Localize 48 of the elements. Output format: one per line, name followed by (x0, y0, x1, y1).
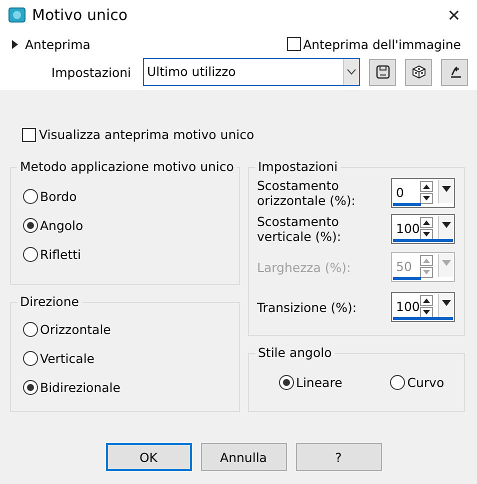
checkbox[interactable] (287, 37, 302, 51)
group-title: Direzione (17, 294, 82, 309)
radio-button[interactable] (390, 374, 406, 390)
radio-button[interactable] (23, 246, 38, 262)
dropdown-arrow-icon[interactable] (442, 300, 450, 306)
presets-label: Impostazioni (50, 64, 131, 80)
group-title: Stile angolo (255, 345, 335, 360)
field-label: Scostamento orizzontale (%): (257, 178, 356, 208)
radio-label[interactable]: Lineare (296, 374, 342, 390)
spin-field[interactable]: 0 (391, 178, 455, 208)
dialog-button[interactable]: Annulla (200, 443, 286, 471)
radio-button[interactable] (23, 350, 38, 366)
dialog-button[interactable]: OK (106, 443, 192, 471)
checkbox-label[interactable]: Visualizza anteprima motivo unico (39, 127, 254, 142)
radio-button[interactable] (23, 322, 38, 336)
dice-icon (412, 65, 426, 79)
field-label: Larghezza (%): (257, 260, 352, 274)
close-button[interactable]: ✕ (431, 0, 477, 30)
save-button[interactable] (369, 58, 396, 86)
reset-button[interactable] (441, 58, 468, 86)
checkbox[interactable] (22, 128, 36, 142)
field-label: Transizione (%): (257, 300, 358, 314)
randomize-button[interactable] (405, 58, 432, 86)
spin-field[interactable]: 100 (391, 292, 455, 322)
dropdown-arrow-icon[interactable] (442, 222, 450, 228)
radio-button[interactable] (23, 380, 38, 394)
group-title: Metodo applicazione motivo unico (17, 159, 237, 174)
radio-label[interactable]: Curvo (407, 374, 444, 390)
field-label: Scostamento verticale (%): (257, 214, 342, 244)
spin-field[interactable]: 100 (391, 214, 455, 244)
expand-arrow-icon[interactable] (12, 40, 19, 48)
dropdown-arrow-icon[interactable] (442, 186, 450, 192)
app-icon (8, 7, 26, 23)
radio-label[interactable]: Rifletti (40, 246, 81, 262)
radio-label[interactable]: Bidirezionale (40, 380, 120, 394)
presets-dropdown[interactable]: Ultimo utilizzo (143, 58, 360, 86)
dialog-button[interactable]: ? (296, 443, 382, 471)
radio-button[interactable] (279, 374, 294, 390)
radio-label[interactable]: Orizzontale (40, 322, 111, 336)
expander-label[interactable]: Anteprima (25, 36, 90, 52)
group-title: Impostazioni (255, 159, 341, 174)
window-title: Motivo unico (32, 6, 129, 24)
checkbox-label[interactable]: Anteprima dell'immagine (303, 36, 461, 52)
radio-label[interactable]: Bordo (40, 188, 77, 204)
radio-label[interactable]: Angolo (40, 218, 84, 232)
radio-button[interactable] (23, 218, 38, 232)
radio-button[interactable] (23, 188, 38, 204)
radio-label[interactable]: Verticale (40, 350, 94, 366)
